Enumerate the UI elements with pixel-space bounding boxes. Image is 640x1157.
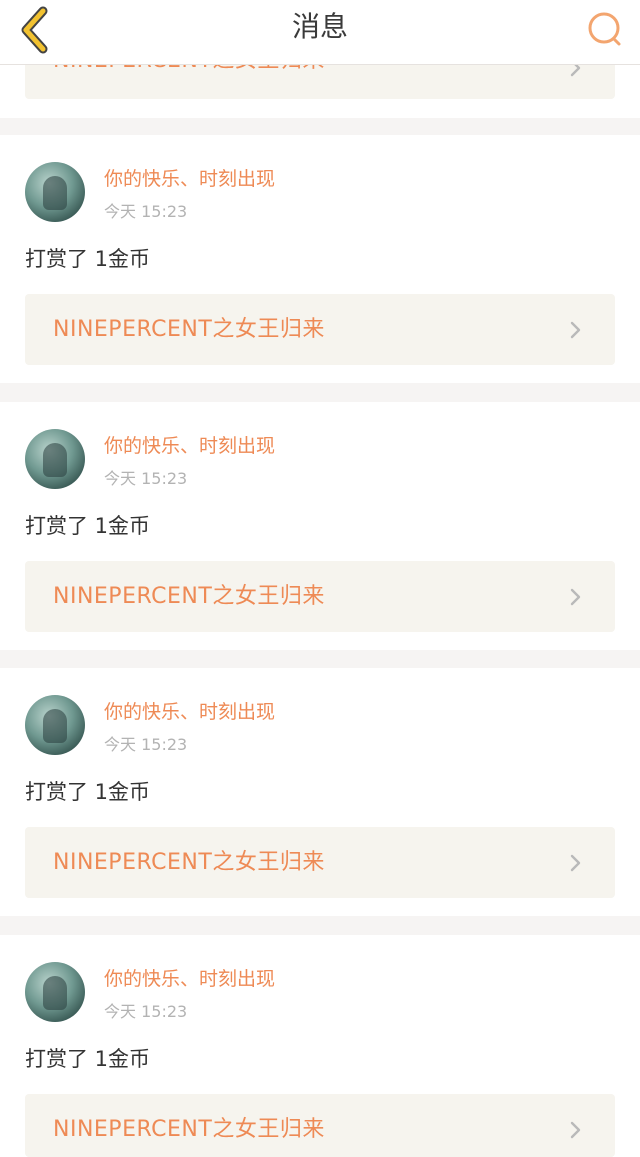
action-text: 打赏了 1金币: [25, 780, 151, 804]
content-link-text: NINEPERCENT之女王归来: [53, 1117, 325, 1142]
timestamp: 今天 15:23: [104, 735, 188, 754]
chevron-right-icon: [570, 588, 581, 606]
search-icon: [588, 12, 621, 46]
action-text: 打赏了 1金币: [25, 514, 151, 538]
chevron-right-icon: [570, 321, 581, 339]
avatar[interactable]: [25, 429, 85, 489]
content-link-text: NINEPERCENT之女王归来: [53, 317, 325, 342]
avatar[interactable]: [25, 162, 85, 222]
timestamp: 今天 15:23: [104, 469, 188, 488]
username[interactable]: 你的快乐、时刻出现: [104, 964, 275, 991]
timestamp: 今天 15:23: [104, 202, 188, 221]
app-root: NINEPERCENT之女王归来 你的快乐、时刻出现 今天 15:23 打赏了 …: [0, 0, 640, 1157]
content-link-box[interactable]: NINEPERCENT之女王归来: [25, 827, 615, 898]
content-link-text: NINEPERCENT之女王归来: [53, 584, 325, 609]
username[interactable]: 你的快乐、时刻出现: [104, 164, 275, 191]
username[interactable]: 你的快乐、时刻出现: [104, 697, 275, 724]
message-card: 你的快乐、时刻出现 今天 15:23 打赏了 1金币 NINEPERCENT之女…: [0, 135, 640, 383]
message-card: 你的快乐、时刻出现 今天 15:23 打赏了 1金币 NINEPERCENT之女…: [0, 935, 640, 1157]
search-button[interactable]: [582, 6, 630, 54]
message-card: 你的快乐、时刻出现 今天 15:23 打赏了 1金币 NINEPERCENT之女…: [0, 402, 640, 650]
page-title: 消息: [291, 10, 348, 43]
message-card: 你的快乐、时刻出现 今天 15:23 打赏了 1金币 NINEPERCENT之女…: [0, 668, 640, 916]
avatar[interactable]: [25, 695, 85, 755]
action-text: 打赏了 1金币: [25, 247, 151, 271]
content-link-text: NINEPERCENT之女王归来: [53, 850, 325, 875]
timestamp: 今天 15:23: [104, 1002, 188, 1021]
content-link-box[interactable]: NINEPERCENT之女王归来: [25, 294, 615, 365]
content-link-box[interactable]: NINEPERCENT之女王归来: [25, 1094, 615, 1157]
chevron-right-icon: [570, 854, 581, 872]
avatar[interactable]: [25, 962, 85, 1022]
content-link-box[interactable]: NINEPERCENT之女王归来: [25, 561, 615, 632]
nav-header: 消息: [0, 0, 640, 65]
chevron-right-icon: [570, 1121, 581, 1139]
username[interactable]: 你的快乐、时刻出现: [104, 431, 275, 458]
action-text: 打赏了 1金币: [25, 1047, 151, 1071]
